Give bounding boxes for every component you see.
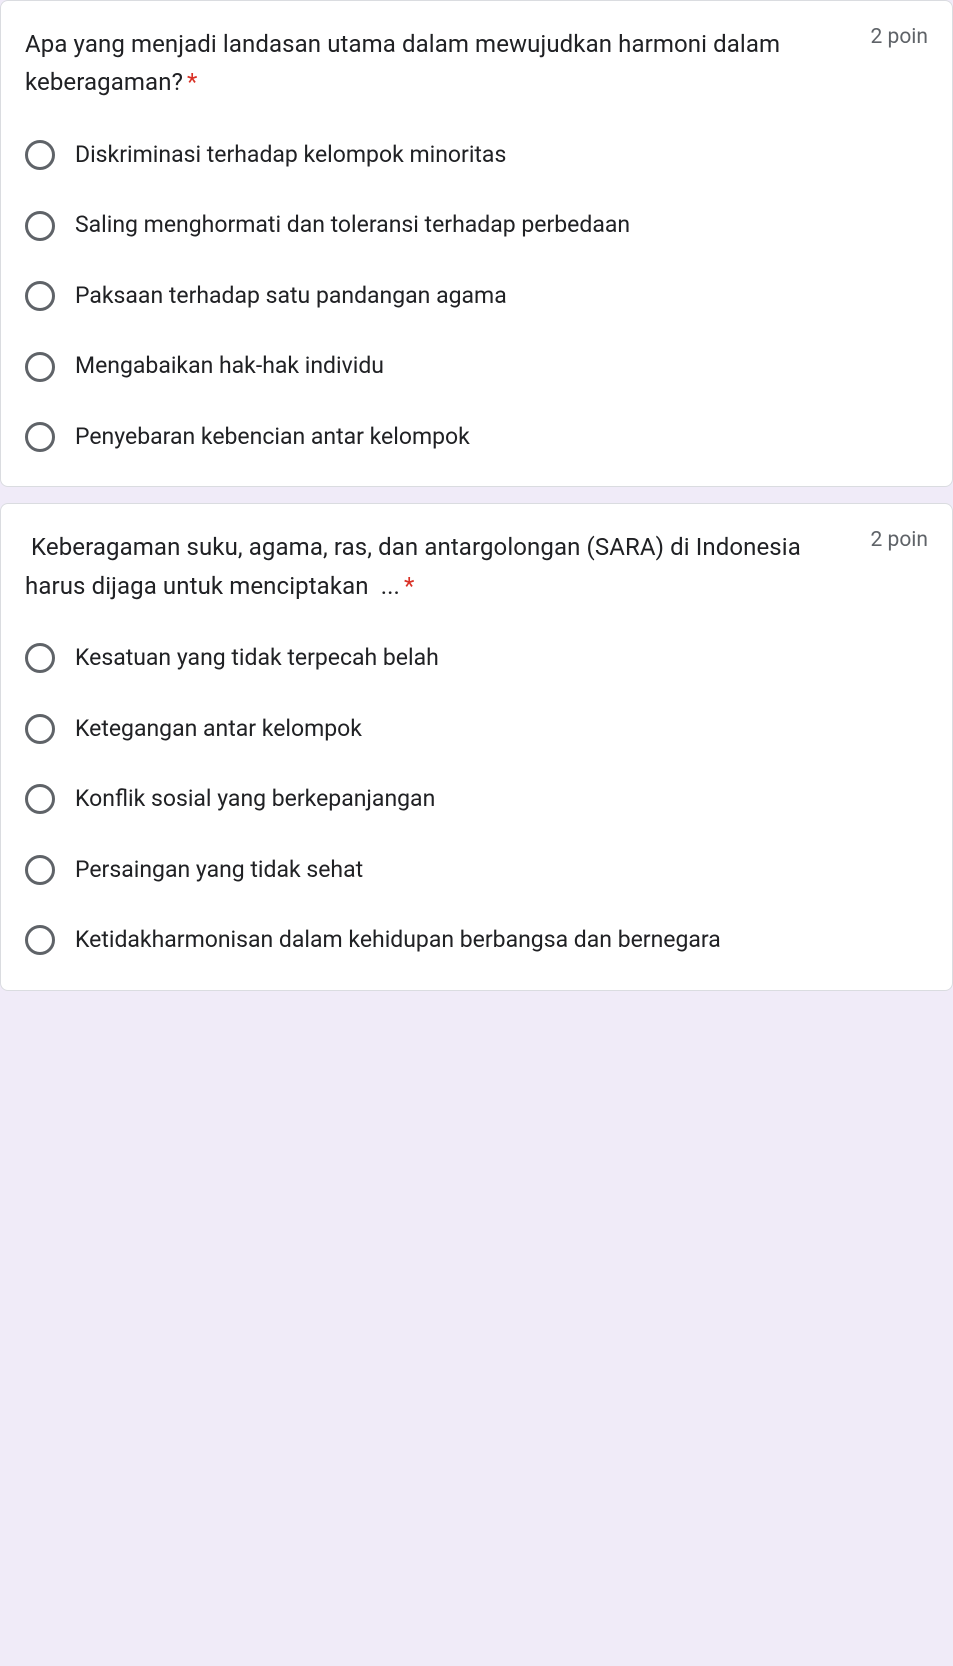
option-label: Diskriminasi terhadap kelompok minoritas xyxy=(75,138,506,173)
option-label: Mengabaikan hak-hak individu xyxy=(75,349,384,384)
points-label: 2 poin xyxy=(871,25,928,49)
question-card: Apa yang menjadi landasan utama dalam me… xyxy=(0,0,953,487)
radio-option[interactable]: Persaingan yang tidak sehat xyxy=(25,853,928,888)
required-indicator: * xyxy=(404,572,414,600)
option-label: Ketegangan antar kelompok xyxy=(75,712,362,747)
radio-option[interactable]: Konflik sosial yang berkepanjangan xyxy=(25,782,928,817)
radio-option[interactable]: Ketegangan antar kelompok xyxy=(25,712,928,747)
option-label: Kesatuan yang tidak terpecah belah xyxy=(75,641,439,676)
question-text-content: Apa yang menjadi landasan utama dalam me… xyxy=(25,30,780,96)
question-header: Apa yang menjadi landasan utama dalam me… xyxy=(25,25,928,102)
question-text: Keberagaman suku, agama, ras, dan antarg… xyxy=(25,528,855,605)
radio-circle-icon xyxy=(25,784,55,814)
option-label: Saling menghormati dan toleransi terhada… xyxy=(75,208,630,243)
radio-circle-icon xyxy=(25,714,55,744)
points-label: 2 poin xyxy=(871,528,928,552)
radio-option[interactable]: Penyebaran kebencian antar kelompok xyxy=(25,420,928,455)
option-label: Konflik sosial yang berkepanjangan xyxy=(75,782,435,817)
radio-circle-icon xyxy=(25,140,55,170)
radio-circle-icon xyxy=(25,422,55,452)
radio-option[interactable]: Mengabaikan hak-hak individu xyxy=(25,349,928,384)
radio-option[interactable]: Kesatuan yang tidak terpecah belah xyxy=(25,641,928,676)
radio-circle-icon xyxy=(25,643,55,673)
radio-circle-icon xyxy=(25,855,55,885)
radio-option[interactable]: Paksaan terhadap satu pandangan agama xyxy=(25,279,928,314)
required-indicator: * xyxy=(187,68,197,96)
option-label: Penyebaran kebencian antar kelompok xyxy=(75,420,470,455)
question-card: Keberagaman suku, agama, ras, dan antarg… xyxy=(0,503,953,990)
radio-circle-icon xyxy=(25,281,55,311)
radio-circle-icon xyxy=(25,925,55,955)
question-text: Apa yang menjadi landasan utama dalam me… xyxy=(25,25,855,102)
option-label: Persaingan yang tidak sehat xyxy=(75,853,363,888)
option-label: Paksaan terhadap satu pandangan agama xyxy=(75,279,507,314)
radio-option[interactable]: Saling menghormati dan toleransi terhada… xyxy=(25,208,928,243)
radio-circle-icon xyxy=(25,352,55,382)
question-header: Keberagaman suku, agama, ras, dan antarg… xyxy=(25,528,928,605)
radio-option[interactable]: Ketidakharmonisan dalam kehidupan berban… xyxy=(25,923,928,958)
radio-option[interactable]: Diskriminasi terhadap kelompok minoritas xyxy=(25,138,928,173)
radio-circle-icon xyxy=(25,211,55,241)
option-label: Ketidakharmonisan dalam kehidupan berban… xyxy=(75,923,721,958)
